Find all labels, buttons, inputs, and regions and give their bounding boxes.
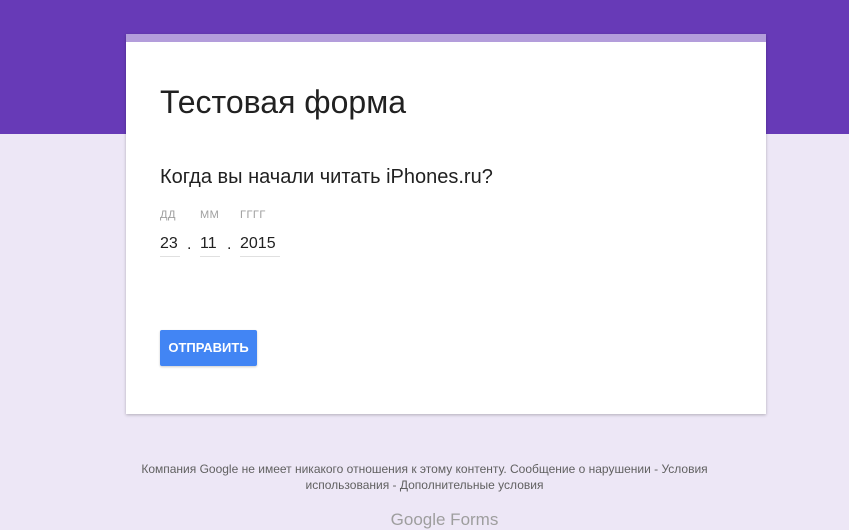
- footer-line-2[interactable]: использования - Дополнительные условия: [0, 477, 849, 493]
- form-card: Тестовая форма Когда вы начали читать iP…: [126, 34, 766, 414]
- day-label: ДД: [160, 209, 176, 221]
- year-label: ГГГГ: [240, 209, 266, 221]
- month-label: ММ: [200, 209, 220, 221]
- question-label: Когда вы начали читать iPhones.ru?: [160, 166, 493, 188]
- form-title: Тестовая форма: [160, 84, 407, 120]
- google-forms-logo[interactable]: Google Forms: [0, 510, 849, 530]
- footer-line-1[interactable]: Компания Google не имеет никакого отноше…: [0, 461, 849, 477]
- submit-button[interactable]: ОТПРАВИТЬ: [160, 330, 257, 366]
- year-input[interactable]: 2015: [240, 234, 280, 257]
- date-separator: .: [227, 236, 232, 253]
- date-separator: .: [187, 236, 192, 253]
- month-input[interactable]: 11: [200, 234, 220, 257]
- footer-disclaimer: Компания Google не имеет никакого отноше…: [0, 461, 849, 493]
- day-input[interactable]: 23: [160, 234, 180, 257]
